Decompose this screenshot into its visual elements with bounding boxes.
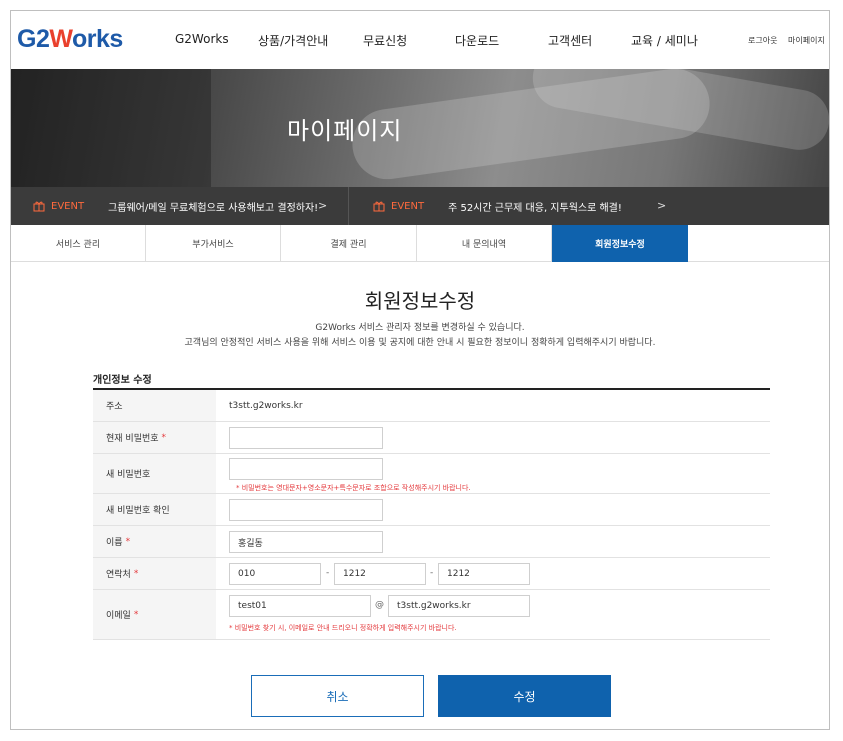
event-item-2[interactable]: EVENT 주 52시간 근무제 대응, 지투웍스로 해결! > [373,187,673,225]
nav-education-seminar[interactable]: 교육 / 세미나 [631,32,698,49]
event-tag: EVENT [391,200,425,212]
submit-button[interactable]: 수정 [438,675,611,717]
new-password-label-text: 새 비밀번호 [106,470,151,480]
phone-separator: - [326,568,330,578]
password-hint: * 비밀번호는 영대문자+영소문자+특수문자로 조합으로 작성해주시기 바랍니다… [236,484,471,492]
address-label: 주소 [93,390,216,421]
event-text: 그룹웨어/메일 무료체험으로 사용해보고 결정하자! [108,202,319,214]
email-label: 이메일 * [93,590,216,639]
logo[interactable]: G2Works [17,25,123,54]
event-tag: EVENT [51,200,85,212]
new-password-input[interactable] [229,458,383,480]
form-row-address: 주소 t3stt.g2works.kr [93,390,770,422]
email-id-input[interactable] [229,595,371,617]
mypage-tabs: 서비스 관리 부가서비스 결제 관리 내 문의내역 회원정보수정 [11,225,829,262]
chevron-right-icon: > [318,199,328,212]
form-row-current-password: 현재 비밀번호 * [93,422,770,454]
email-at-sign: @ [375,600,384,610]
logo-part3: orks [72,25,123,53]
hero-banner: 마이페이지 [11,69,829,187]
confirm-password-input[interactable] [229,499,383,521]
required-mark: * [133,609,139,620]
nav-products-pricing[interactable]: 상품/가격안내 [258,32,328,49]
gift-icon [373,201,385,212]
name-input[interactable] [229,531,383,553]
hero-title: 마이페이지 [287,117,403,145]
phone-part3-input[interactable] [438,563,530,585]
current-password-input[interactable] [229,427,383,449]
email-hint: * 비밀번호 찾기 시, 이메일로 안내 드리오니 정확하게 입력해주시기 바랍… [229,624,457,632]
logout-link[interactable]: 로그아웃 [748,35,777,46]
browser-frame: G2Works G2Works 상품/가격안내 무료신청 다운로드 고객센터 교… [10,10,830,730]
address-value: t3stt.g2works.kr [229,401,303,411]
nav-g2works[interactable]: G2Works [175,32,229,46]
required-mark: * [125,536,131,547]
chevron-right-icon: > [657,199,667,212]
form-row-name: 이름 * [93,526,770,558]
name-label: 이름 * [93,526,216,557]
form-row-phone: 연락처* - - [93,558,770,590]
nav-free-trial[interactable]: 무료신청 [363,32,407,49]
required-mark: * [161,432,167,443]
member-info-form: 주소 t3stt.g2works.kr 현재 비밀번호 * 새 비밀번호 * 비밀… [93,388,770,640]
tab-service-management[interactable]: 서비스 관리 [11,225,146,262]
new-password-label: 새 비밀번호 [93,454,216,493]
required-mark: * [133,568,139,579]
page-description-2: 고객님의 안정적인 서비스 사용을 위해 서비스 이용 및 공지에 대한 안내 … [184,338,656,348]
header: G2Works G2Works 상품/가격안내 무료신청 다운로드 고객센터 교… [11,11,829,69]
form-row-new-password: 새 비밀번호 * 비밀번호는 영대문자+영소문자+특수문자로 조합으로 작성해주… [93,454,770,494]
nav-customer-center[interactable]: 고객센터 [548,32,592,49]
phone-label-text: 연락처 [106,570,131,580]
page-title: 회원정보수정 [364,289,476,313]
event-bar: EVENT 그룹웨어/메일 무료체험으로 사용해보고 결정하자! > EVENT… [11,187,829,225]
tab-edit-member-info[interactable]: 회원정보수정 [552,225,688,262]
phone-part1-input[interactable] [229,563,321,585]
phone-label: 연락처 * [93,558,216,589]
event-item-1[interactable]: EVENT 그룹웨어/메일 무료체험으로 사용해보고 결정하자! > [33,187,333,225]
phone-separator: - [430,568,434,578]
current-password-label-text: 현재 비밀번호 [106,434,159,444]
form-row-email: 이메일* @ * 비밀번호 찾기 시, 이메일로 안내 드리오니 정확하게 입력… [93,590,770,640]
cancel-button[interactable]: 취소 [251,675,424,717]
phone-part2-input[interactable] [334,563,426,585]
current-password-label: 현재 비밀번호 * [93,422,216,453]
email-label-text: 이메일 [106,611,131,621]
form-row-confirm-password: 새 비밀번호 확인 [93,494,770,526]
name-label-text: 이름 [106,538,123,548]
logo-part2: W [49,25,73,53]
page-description-1: G2Works 서비스 관리자 정보를 변경하실 수 있습니다. [315,323,525,333]
email-domain-input[interactable] [388,595,530,617]
event-divider [348,187,349,225]
tab-my-inquiries[interactable]: 내 문의내역 [417,225,552,262]
nav-download[interactable]: 다운로드 [455,32,499,49]
event-text: 주 52시간 근무제 대응, 지투웍스로 해결! [448,202,622,214]
address-label-text: 주소 [106,402,123,412]
confirm-password-label: 새 비밀번호 확인 [93,494,216,525]
confirm-password-label-text: 새 비밀번호 확인 [106,506,170,516]
section-title: 개인정보 수정 [93,375,152,386]
tab-payment-management[interactable]: 결제 관리 [281,225,417,262]
gift-icon [33,201,45,212]
hero-shadow [11,69,211,187]
tab-addon-services[interactable]: 부가서비스 [146,225,281,262]
mypage-link[interactable]: 마이페이지 [788,35,825,46]
logo-part1: G2 [17,25,50,53]
